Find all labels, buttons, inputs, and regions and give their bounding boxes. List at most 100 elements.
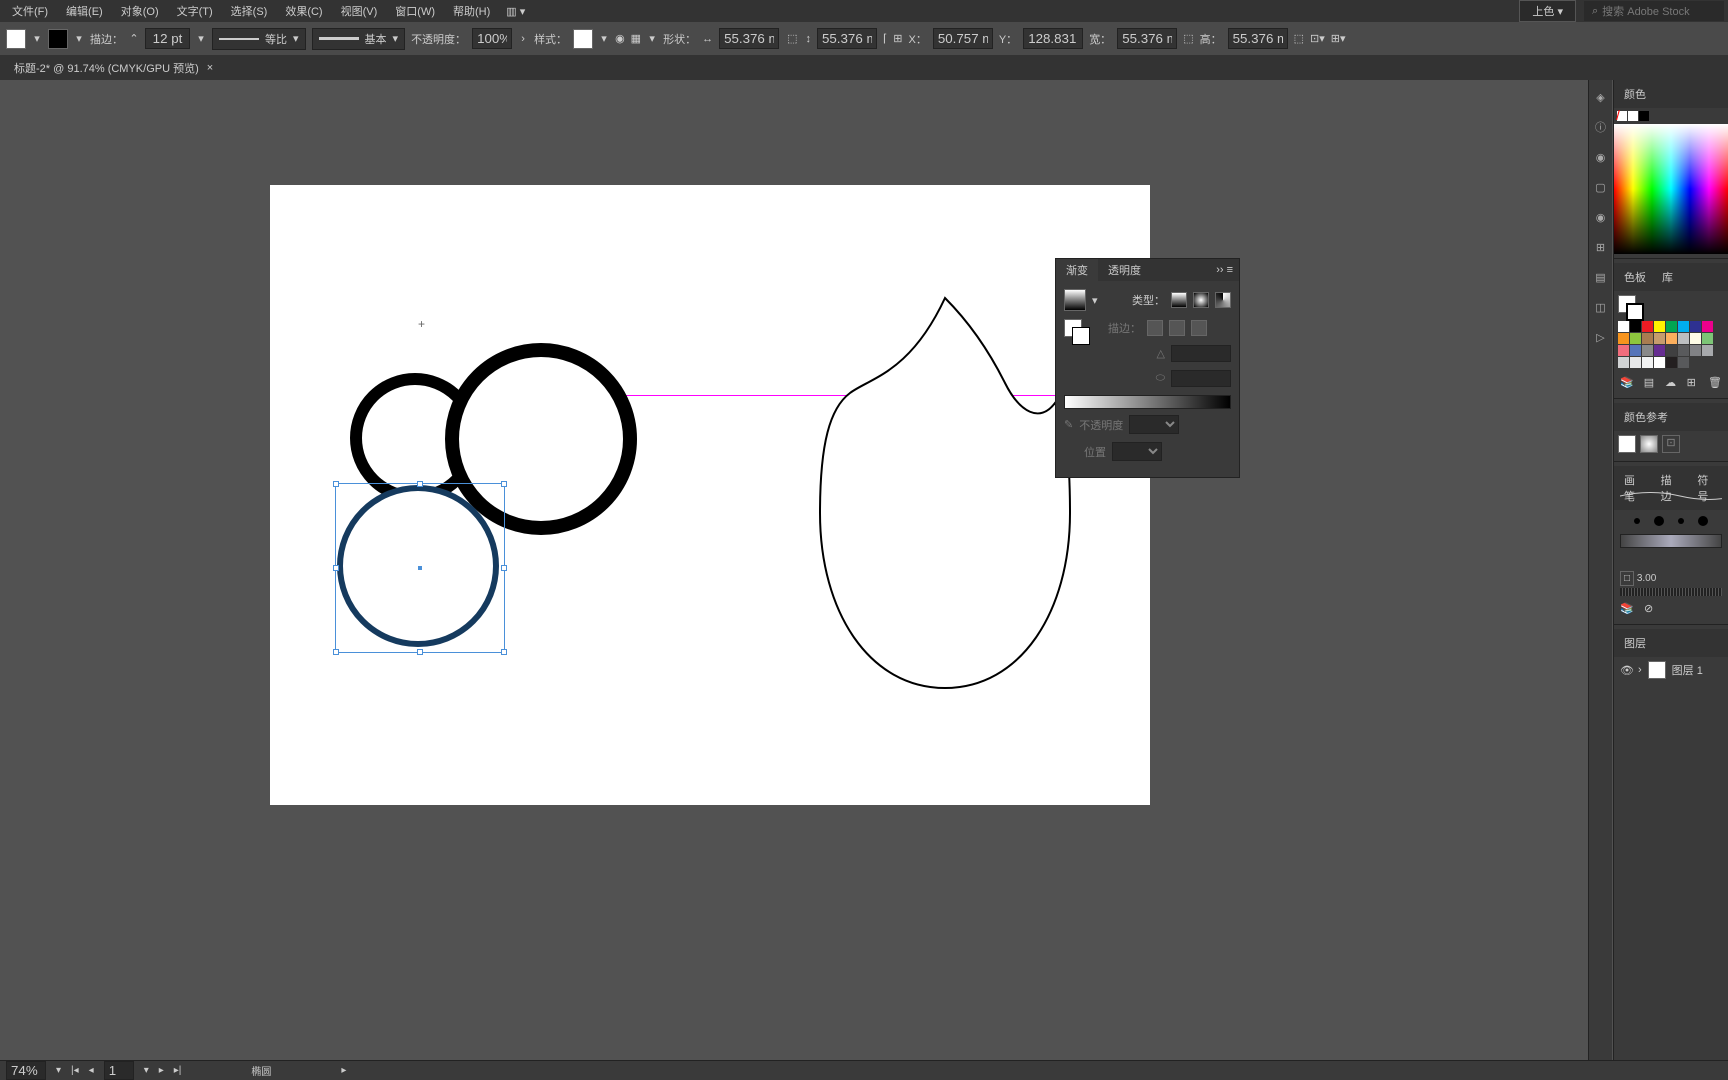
swatch-item[interactable] bbox=[1666, 345, 1677, 356]
stroke-apply-3[interactable] bbox=[1191, 320, 1207, 336]
layer-thumbnail[interactable] bbox=[1648, 661, 1666, 679]
swatch-item[interactable] bbox=[1666, 357, 1677, 368]
swatches-stroke[interactable] bbox=[1626, 303, 1644, 321]
swatch-item[interactable] bbox=[1642, 357, 1653, 368]
align-icon[interactable]: ▦ bbox=[631, 32, 641, 45]
x-input[interactable] bbox=[933, 28, 993, 49]
stroke-weight-input[interactable] bbox=[145, 28, 190, 49]
search-stock[interactable]: ⌕ 搜索 Adobe Stock bbox=[1584, 1, 1724, 21]
layer-name[interactable]: 图层 1 bbox=[1672, 662, 1703, 678]
link-wh-icon[interactable]: ⬚ bbox=[1183, 32, 1193, 45]
gradient-opacity-select[interactable] bbox=[1129, 415, 1179, 434]
guide-base-color[interactable] bbox=[1618, 435, 1636, 453]
workspace-dropdown[interactable]: 上色 ▾ bbox=[1519, 0, 1576, 22]
nav-first-icon[interactable]: |◂ bbox=[71, 1065, 79, 1076]
layers-panel-tab[interactable]: 图层 bbox=[1620, 633, 1650, 653]
swatch-item[interactable] bbox=[1702, 321, 1713, 332]
guide-harmony-icon[interactable] bbox=[1640, 435, 1658, 453]
library-panel-tab[interactable]: 库 bbox=[1658, 267, 1677, 287]
fill-dropdown-icon[interactable]: ▾ bbox=[32, 32, 42, 45]
menu-select[interactable]: 选择(S) bbox=[223, 0, 276, 22]
swatch-item[interactable] bbox=[1642, 333, 1653, 344]
shape-h-input[interactable] bbox=[817, 28, 877, 49]
brush-remove-icon[interactable]: ⊘ bbox=[1644, 602, 1658, 616]
status-menu-icon[interactable]: ▸ bbox=[341, 1065, 346, 1076]
swatch-item[interactable] bbox=[1690, 321, 1701, 332]
menu-file[interactable]: 文件(F) bbox=[4, 0, 56, 22]
artboard[interactable]: × + bbox=[270, 185, 1150, 805]
handle-mr[interactable] bbox=[501, 565, 507, 571]
swatch-item[interactable] bbox=[1666, 321, 1677, 332]
nav-prev-icon[interactable]: ◂ bbox=[89, 1065, 94, 1076]
swatch-item[interactable] bbox=[1678, 357, 1689, 368]
swatch-item[interactable] bbox=[1618, 333, 1629, 344]
isolate-icon[interactable]: ⬚ bbox=[1294, 32, 1304, 45]
artboard-input[interactable] bbox=[104, 1061, 134, 1080]
swatch-item[interactable] bbox=[1690, 333, 1701, 344]
w-input[interactable] bbox=[1117, 28, 1177, 49]
black-swatch[interactable] bbox=[1639, 111, 1649, 121]
gradient-angle-input[interactable] bbox=[1171, 345, 1231, 362]
fill-swatch[interactable] bbox=[6, 29, 26, 49]
swatch-item[interactable] bbox=[1666, 333, 1677, 344]
corner-icon[interactable]: ⌈ bbox=[883, 32, 887, 45]
color-guide-tab[interactable]: 颜色参考 bbox=[1620, 407, 1672, 427]
swatch-item[interactable] bbox=[1618, 345, 1629, 356]
swatch-new-icon[interactable]: ⊞ bbox=[1687, 376, 1698, 390]
gradient-slider[interactable] bbox=[1064, 395, 1231, 409]
brush-lib-icon[interactable]: 📚 bbox=[1620, 602, 1634, 616]
swatch-item[interactable] bbox=[1642, 321, 1653, 332]
brush-definition[interactable]: 基本 ▾ bbox=[312, 28, 406, 50]
libraries-icon[interactable]: ◉ bbox=[1592, 208, 1610, 226]
opacity-input[interactable] bbox=[472, 28, 512, 49]
swatch-item[interactable] bbox=[1630, 357, 1641, 368]
swatch-item[interactable] bbox=[1630, 321, 1641, 332]
gradient-position-select[interactable] bbox=[1112, 442, 1162, 461]
transparency-tab[interactable]: 透明度 bbox=[1098, 259, 1151, 281]
color-spectrum[interactable] bbox=[1614, 124, 1728, 254]
white-swatch[interactable] bbox=[1628, 111, 1638, 121]
swatch-item[interactable] bbox=[1630, 333, 1641, 344]
swatch-item[interactable] bbox=[1678, 333, 1689, 344]
swatch-lib-icon[interactable]: 📚 bbox=[1620, 376, 1634, 390]
link-icon[interactable]: ⬚ bbox=[785, 32, 799, 45]
swatch-item[interactable] bbox=[1642, 345, 1653, 356]
expand-icon[interactable]: ▷ bbox=[1592, 328, 1610, 346]
stroke-apply-1[interactable] bbox=[1147, 320, 1163, 336]
handle-ml[interactable] bbox=[333, 565, 339, 571]
layer-row[interactable]: 👁 › 图层 1 bbox=[1614, 657, 1728, 683]
document-tab[interactable]: 标题-2* @ 91.74% (CMYK/GPU 预览) × bbox=[4, 57, 223, 79]
selection-bounding-box[interactable] bbox=[335, 483, 505, 653]
nav-last-icon[interactable]: ▸| bbox=[174, 1065, 182, 1076]
menu-view[interactable]: 视图(V) bbox=[333, 0, 386, 22]
handle-tr[interactable] bbox=[501, 481, 507, 487]
swatch-trash-icon[interactable]: 🗑 bbox=[1708, 376, 1722, 390]
menu-type[interactable]: 文字(T) bbox=[169, 0, 221, 22]
swatch-item[interactable] bbox=[1702, 333, 1713, 344]
swatches-panel-tab[interactable]: 色板 bbox=[1620, 267, 1650, 287]
menu-effect[interactable]: 效果(C) bbox=[277, 0, 330, 22]
nav-next-icon[interactable]: ▸ bbox=[159, 1065, 164, 1076]
gradient-stroke-swatch[interactable] bbox=[1072, 327, 1090, 345]
guide-edit-icon[interactable]: ⊡ bbox=[1662, 435, 1680, 453]
handle-tm[interactable] bbox=[417, 481, 423, 487]
gradient-aspect-input[interactable] bbox=[1171, 370, 1231, 387]
linear-gradient-icon[interactable] bbox=[1171, 292, 1187, 308]
clip-icon[interactable]: ⊡▾ bbox=[1310, 32, 1325, 45]
gradient-tab[interactable]: 渐变 bbox=[1056, 259, 1098, 281]
shape-w-input[interactable] bbox=[719, 28, 779, 49]
gradient-preview[interactable] bbox=[1064, 289, 1086, 311]
gradient-preview-dropdown[interactable]: ▾ bbox=[1092, 294, 1098, 307]
swatch-item[interactable] bbox=[1618, 357, 1629, 368]
swatch-item[interactable] bbox=[1654, 357, 1665, 368]
close-tab-icon[interactable]: × bbox=[207, 62, 213, 74]
transform-panel-icon[interactable]: ⊞ bbox=[1592, 238, 1610, 256]
layer-visibility-icon[interactable]: 👁 bbox=[1620, 664, 1632, 676]
swatch-item[interactable] bbox=[1654, 333, 1665, 344]
swatch-item[interactable] bbox=[1690, 345, 1701, 356]
swatch-item[interactable] bbox=[1654, 321, 1665, 332]
zoom-dropdown-icon[interactable]: ▾ bbox=[56, 1065, 61, 1076]
recolor-icon[interactable]: ◉ bbox=[615, 32, 625, 45]
canvas-area[interactable]: × + bbox=[0, 80, 1573, 1060]
eyedropper-icon[interactable]: ✎ bbox=[1064, 418, 1073, 431]
